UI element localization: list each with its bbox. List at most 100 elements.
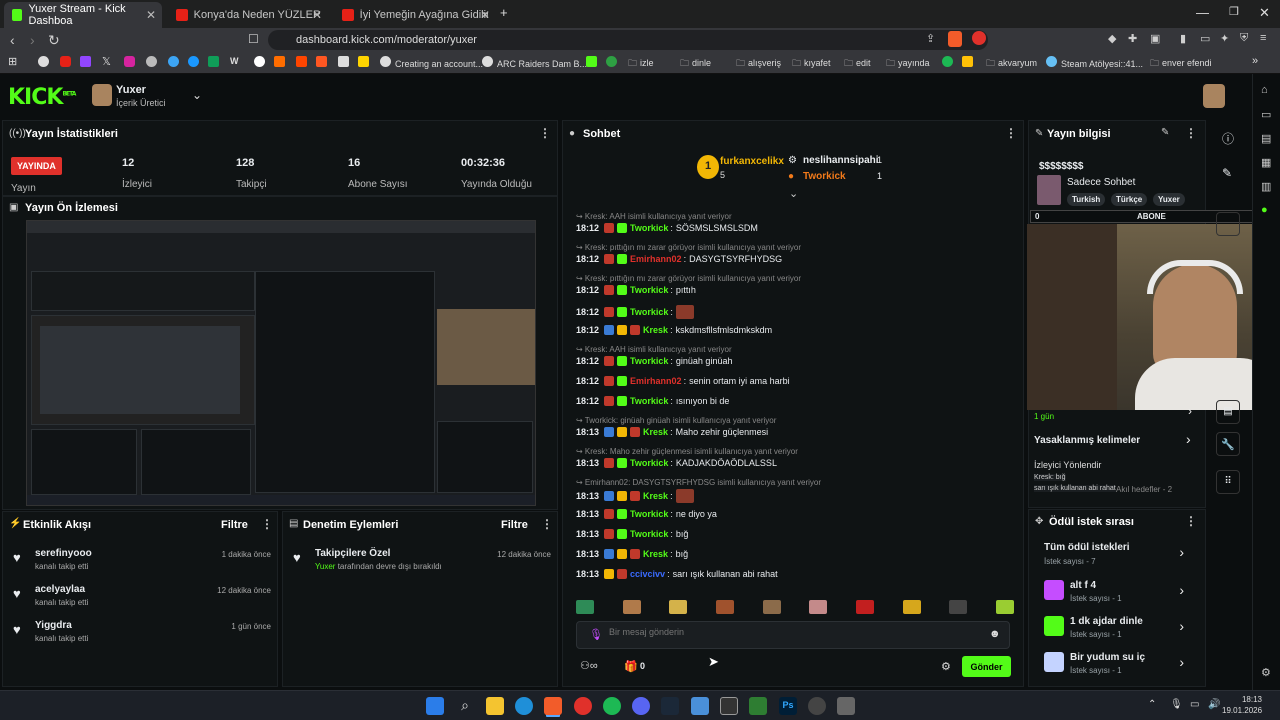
discord-icon[interactable] xyxy=(632,697,650,715)
banned-words-chevron-icon[interactable]: › xyxy=(1186,431,1191,447)
activity-user[interactable]: acelyaylaa xyxy=(35,584,85,595)
chat-message[interactable]: 18:13 Tworkick: bığ xyxy=(576,529,688,539)
yellow-bookmark-icon[interactable] xyxy=(358,56,369,69)
brave-shield-icon[interactable] xyxy=(948,31,962,47)
orange-bookmark-icon[interactable] xyxy=(274,56,285,69)
chat-message[interactable]: 18:13 ccivcivv: sarı ışık kullanan abi rah… xyxy=(576,569,778,579)
message-username[interactable]: Tworkick xyxy=(630,458,668,468)
menu-icon[interactable]: ≡ xyxy=(1260,32,1266,44)
share-icon[interactable]: ⇪ xyxy=(926,32,935,45)
chat-message[interactable]: 18:12 Tworkick: xyxy=(576,305,694,319)
bookmark-creating-account[interactable]: Creating an account... xyxy=(380,56,483,69)
message-username[interactable]: Tworkick xyxy=(630,307,668,317)
side-history-icon[interactable]: ▤ xyxy=(1261,132,1271,145)
reward-queue-menu-icon[interactable]: ⋮ xyxy=(1185,514,1197,528)
new-tab-icon[interactable]: + xyxy=(500,5,508,20)
m-bookmark-icon[interactable] xyxy=(316,56,327,69)
message-username[interactable]: Tworkick xyxy=(630,509,668,519)
minimize-icon[interactable]: — xyxy=(1196,5,1209,20)
brave-icon[interactable] xyxy=(544,697,562,715)
chat-message[interactable]: 18:12 Kresk: kskdmsfllsfmlsdmkskdm xyxy=(576,325,772,335)
search-icon[interactable]: ⌕ xyxy=(456,697,474,715)
list-icon[interactable]: ▤ xyxy=(1216,400,1240,424)
chat-message[interactable]: 18:12 Tworkick: ginüah ginüah xyxy=(576,356,732,366)
close-window-icon[interactable]: ✕ xyxy=(1259,5,1270,21)
explorer-icon[interactable] xyxy=(486,697,504,715)
yellow2-bookmark-icon[interactable] xyxy=(962,56,973,69)
chat-message[interactable]: 18:12 Emirhann02: DASYGTSYRFHYDSG xyxy=(576,254,782,264)
message-username[interactable]: Tworkick xyxy=(630,529,668,539)
bookmark-folder-kiyafet[interactable]: 🗀 kıyafet xyxy=(792,56,831,72)
chat-message[interactable]: 18:12 Emirhann02: senin ortam iyi ama harb… xyxy=(576,376,790,386)
address-bar[interactable]: dashboard.kick.com/moderator/yuxer xyxy=(268,30,988,50)
apps-icon[interactable]: ⊞ xyxy=(8,55,17,68)
send-button[interactable]: Gönder xyxy=(962,656,1011,677)
clock-date[interactable]: 19.01.2026 xyxy=(1222,706,1262,715)
instagram-bookmark-icon[interactable] xyxy=(124,56,135,69)
tab-kick-dashboard[interactable]: Yuxer Stream - Kick Dashboa ✕ xyxy=(4,2,162,28)
leader-1-name[interactable]: furkanxcelikx xyxy=(720,156,784,167)
kick-bookmark-icon[interactable] xyxy=(586,56,597,69)
volume-icon[interactable]: 🔊 xyxy=(1208,699,1220,710)
activity-user[interactable]: serefinyooo xyxy=(35,548,92,559)
moderation-filter-button[interactable]: Filtre xyxy=(501,519,528,531)
xbox-icon[interactable] xyxy=(749,697,767,715)
vpn-icon[interactable]: ⛨ xyxy=(1240,32,1248,45)
spotify-icon[interactable] xyxy=(603,697,621,715)
side-wallet-icon[interactable]: ▦ xyxy=(1261,156,1271,169)
nodes-icon[interactable]: ⠿ xyxy=(1216,470,1240,494)
emoji-icon[interactable]: ☻ xyxy=(989,628,1001,640)
wrench-icon[interactable]: 🔧 xyxy=(1216,432,1240,456)
bookmark-folder-edit[interactable]: 🗀 edit xyxy=(844,56,871,72)
prime-bookmark-icon[interactable] xyxy=(188,56,199,69)
chrome-green-bookmark-icon[interactable] xyxy=(606,56,617,69)
leaderboard-expand-icon[interactable]: ⌄ xyxy=(789,187,798,200)
emote-icon[interactable] xyxy=(855,600,874,614)
chat-menu-icon[interactable]: ⋮ xyxy=(1005,126,1017,140)
sidebar-icon[interactable]: ▮ xyxy=(1180,32,1186,45)
mic-tray-icon[interactable]: 🎙 xyxy=(1170,699,1183,710)
message-username[interactable]: Tworkick xyxy=(630,356,668,366)
side-bookmark-icon[interactable]: ⌂ xyxy=(1261,84,1268,96)
chat-message[interactable]: 18:12 Tworkick: ısınıyon bi de xyxy=(576,396,729,406)
moderation-menu-icon[interactable]: ⋮ xyxy=(541,517,553,531)
network-icon[interactable]: ▭ xyxy=(1190,699,1199,710)
amazon-bookmark-icon[interactable] xyxy=(338,56,349,69)
chat-message[interactable]: 18:13 Tworkick: ne diyo ya xyxy=(576,509,717,519)
maximize-icon[interactable]: ❐ xyxy=(1229,5,1239,18)
side-reading-icon[interactable]: ▭ xyxy=(1261,108,1271,121)
more-bookmarks-icon[interactable]: » xyxy=(1252,55,1258,67)
chat-message[interactable]: 18:12 Tworkick: SÖSMSLSMSLSDM xyxy=(576,223,758,233)
activity-filter-button[interactable]: Filtre xyxy=(221,519,248,531)
back-icon[interactable]: ‹ xyxy=(10,32,15,48)
viewer-redirect-link[interactable]: İzleyici Yönlendir xyxy=(1034,460,1101,470)
reward-item[interactable]: 1 dk ajdar dinle İstek sayısı - 1 › xyxy=(1044,616,1194,644)
emote-icon[interactable] xyxy=(995,600,1014,614)
tab-youtube-2[interactable]: İyi Yemeğin Ayağına Gidilir #8 | Eskiş ✕ xyxy=(334,2,496,28)
avatar[interactable] xyxy=(92,84,112,106)
emote-icon[interactable] xyxy=(622,600,641,614)
opera-icon[interactable] xyxy=(574,697,592,715)
bookmark-folder-alisveris[interactable]: 🗀 alışveriş xyxy=(736,56,781,72)
bookmark-icon[interactable]: ☐ xyxy=(248,32,259,46)
side-settings-icon[interactable]: ⚙ xyxy=(1261,666,1271,679)
twitch-bookmark-icon[interactable] xyxy=(80,56,91,69)
chat-message[interactable]: 18:13 Kresk: bığ xyxy=(576,549,688,559)
cloud-bookmark-icon[interactable] xyxy=(168,56,179,69)
message-username[interactable]: ccivcivv xyxy=(630,569,665,579)
red-bookmark-icon[interactable] xyxy=(296,56,307,69)
close-tab-icon[interactable]: ✕ xyxy=(146,8,156,22)
side-kick-icon[interactable]: ● xyxy=(1261,204,1268,216)
app-icon[interactable] xyxy=(837,697,855,715)
message-username[interactable]: Kresk xyxy=(643,549,668,559)
steam-icon[interactable] xyxy=(661,697,679,715)
message-username[interactable]: Kresk xyxy=(643,427,668,437)
gift-icon[interactable]: 🎁 xyxy=(624,660,638,673)
close-tab-icon[interactable]: ✕ xyxy=(312,8,322,22)
reload-icon[interactable]: ↻ xyxy=(48,32,60,49)
kick-logo[interactable]: KICKBETA xyxy=(8,85,76,110)
rec-bookmark-icon[interactable] xyxy=(254,56,265,69)
github-bookmark-icon[interactable] xyxy=(146,56,157,69)
chat-message[interactable]: 18:13 Tworkick: KADJAKDÖAÖDLALSSL xyxy=(576,458,777,468)
puzzle-icon[interactable]: ✚ xyxy=(1128,32,1137,45)
